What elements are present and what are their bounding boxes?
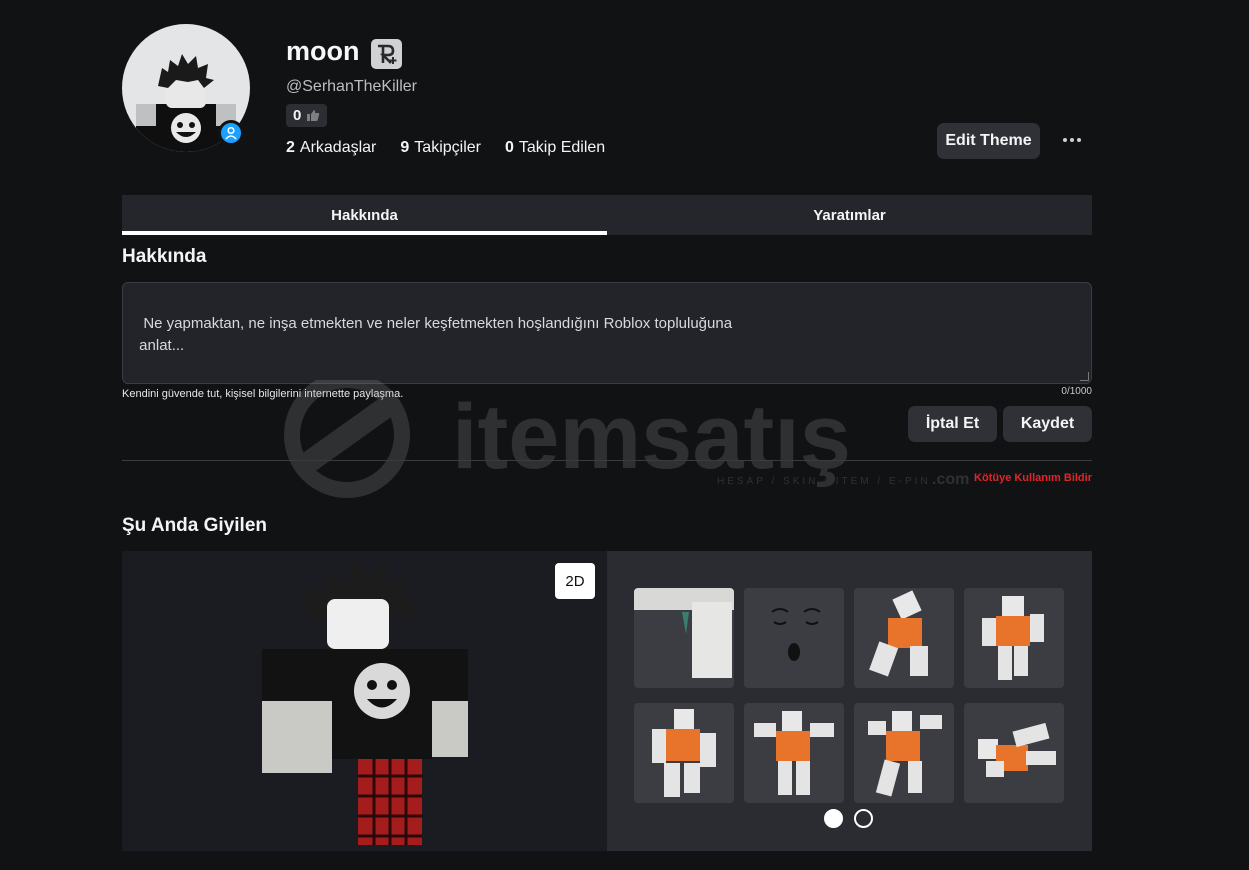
item-tile-emote-4[interactable] — [744, 703, 844, 803]
face-icon — [771, 608, 821, 661]
online-status-badge — [218, 120, 244, 146]
username: @SerhanTheKiller — [286, 78, 417, 95]
carousel-pagination — [824, 809, 873, 828]
divider — [122, 460, 1092, 461]
item-tile-emote-6[interactable] — [964, 703, 1064, 803]
hair-accessory-icon — [634, 588, 734, 678]
item-tile-emote-1[interactable] — [854, 588, 954, 688]
char-count: 0/1000 — [1061, 386, 1092, 397]
premium-icon — [371, 39, 402, 69]
watermark-domain: .com — [932, 471, 969, 488]
emote-animation-icon — [868, 711, 942, 797]
thumbs-up-icon — [307, 110, 320, 121]
avatar-3d-viewer[interactable] — [122, 551, 607, 851]
about-placeholder: Ne yapmaktan, ne inşa etmekten ve neler … — [139, 315, 733, 354]
friends-stat[interactable]: 2 Arkadaşlar — [286, 139, 376, 157]
display-name: moon — [286, 36, 360, 66]
watermark-tagline: HESAP / SKIN / ITEM / E-PIN — [717, 476, 931, 487]
cancel-button[interactable]: İptal Et — [908, 406, 997, 442]
safety-note: Kendini güvende tut, kişisel bilgilerini… — [122, 388, 404, 400]
item-tile-emote-3[interactable] — [634, 703, 734, 803]
item-tile-face[interactable] — [744, 588, 844, 688]
emote-animation-icon — [652, 709, 716, 797]
emote-animation-icon — [978, 722, 1056, 777]
emote-animation-icon — [982, 596, 1044, 680]
more-options-icon[interactable] — [1058, 126, 1086, 154]
emote-animation-icon — [754, 711, 834, 795]
pagination-dot-1[interactable] — [824, 809, 843, 828]
likes-count: 0 — [293, 107, 302, 124]
about-textarea[interactable]: Ne yapmaktan, ne inşa etmekten ve neler … — [122, 282, 1092, 384]
profile-avatar[interactable] — [122, 24, 250, 152]
tab-about[interactable]: Hakkında — [122, 195, 607, 235]
edit-theme-button[interactable]: Edit Theme — [937, 123, 1040, 159]
item-tile-emote-2[interactable] — [964, 588, 1064, 688]
profile-stats: 2 Arkadaşlar 9 Takipçiler 0 Takip Edilen — [286, 139, 605, 157]
tab-creations[interactable]: Yaratımlar — [607, 195, 1092, 235]
report-abuse-link[interactable]: Kötüye Kullanım Bildir — [974, 472, 1092, 484]
likes-badge: 0 — [286, 104, 328, 127]
watermark-brand: itemsatış — [452, 386, 851, 488]
toggle-2d-button[interactable]: 2D — [555, 563, 595, 599]
item-tile-hair-accessory[interactable] — [634, 588, 734, 688]
resize-grip-icon[interactable] — [1080, 372, 1089, 381]
save-button[interactable]: Kaydet — [1003, 406, 1092, 442]
user-icon — [225, 126, 237, 140]
item-tile-emote-5[interactable] — [854, 703, 954, 803]
profile-tabs: Hakkında Yaratımlar — [122, 195, 1092, 235]
about-heading: Hakkında — [122, 246, 207, 267]
avatar-render — [262, 559, 468, 845]
following-stat[interactable]: 0 Takip Edilen — [505, 139, 605, 157]
emote-animation-icon — [869, 590, 928, 677]
pagination-dot-2[interactable] — [854, 809, 873, 828]
followers-stat[interactable]: 9 Takipçiler — [400, 139, 481, 157]
wearing-heading: Şu Anda Giyilen — [122, 515, 267, 536]
